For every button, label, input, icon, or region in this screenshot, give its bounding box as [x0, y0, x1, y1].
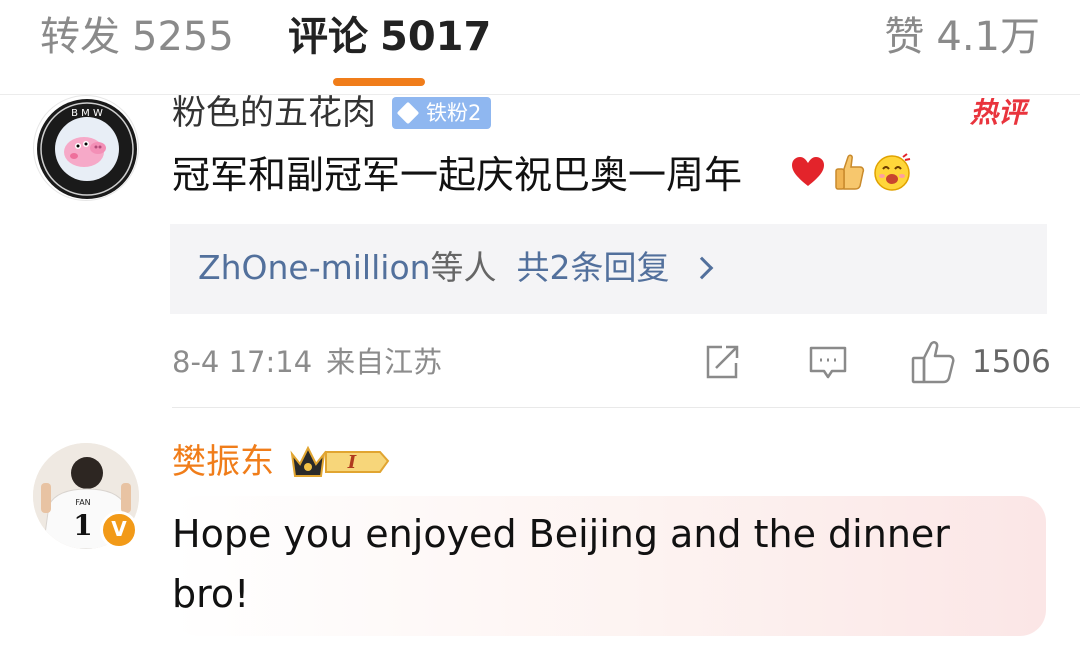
replies-etc-text: 等人 [430, 248, 497, 287]
smile-emoji-icon [874, 153, 911, 191]
comment-tabs-bar: 转发 5255 评论 5017 赞 4.1万 [0, 0, 1080, 95]
comment-location: 来自江苏 [326, 345, 443, 379]
tab-repost-label: 转发 [40, 14, 120, 60]
comment-date: 8-4 17:14 [172, 345, 313, 379]
heart-emoji-icon [792, 157, 824, 186]
chevron-right-icon [690, 256, 714, 280]
share-icon [706, 345, 739, 379]
crown-level-text: I [347, 452, 357, 473]
tab-comment-label: 评论 [288, 14, 368, 60]
tab-like-count: 4.1万 [936, 14, 1040, 60]
like-button[interactable]: 1506 [910, 340, 1051, 384]
diamond-icon [396, 101, 420, 125]
replies-preview[interactable]: ZhOne-million等人 共2条回复 [170, 224, 1047, 314]
tab-like[interactable]: 赞 4.1万 [884, 12, 1040, 62]
reply-button[interactable] [808, 340, 848, 384]
verified-badge: V [100, 511, 138, 549]
avatar[interactable]: B M W [33, 95, 139, 201]
comment-text: 冠军和副冠军一起庆祝巴奥一周年 [172, 153, 743, 197]
replies-user-name[interactable]: ZhOne-million [198, 248, 431, 287]
comment-username[interactable]: 粉色的五花肉 [172, 93, 376, 133]
tab-comment[interactable]: 评论 5017 [288, 12, 491, 62]
share-button[interactable] [702, 340, 742, 384]
active-tab-indicator [333, 78, 425, 86]
replies-count-link[interactable]: 共2条回复 [517, 248, 670, 287]
comment-icon [809, 346, 847, 379]
fan-badge-label: 铁粉2 [426, 101, 482, 125]
tab-like-label: 赞 [884, 14, 925, 60]
replies-summary: ZhOne-million等人 共2条回复 [198, 247, 670, 289]
comment-text: Hope you enjoyed Beijing and the dinner … [172, 512, 950, 616]
thumbs-up-emoji-icon [835, 154, 865, 190]
like-count: 1506 [972, 344, 1051, 380]
tab-repost[interactable]: 转发 5255 [40, 12, 234, 62]
jersey-name-text: FAN [75, 498, 90, 507]
avatar-logo-text: B M W [71, 108, 103, 119]
fan-level-badge: 铁粉2 [392, 97, 492, 129]
comment-meta: 8-4 17:14 来自江苏 [172, 342, 442, 382]
comment-emoji-row [790, 152, 912, 192]
jersey-number-text: 1 [73, 509, 92, 542]
comment-divider [172, 407, 1080, 408]
tab-repost-count: 5255 [132, 14, 234, 60]
tab-comment-count: 5017 [380, 14, 492, 60]
thumbs-up-icon [911, 341, 955, 384]
crown-level-badge-icon: I [290, 445, 390, 477]
comment-username[interactable]: 樊振东 [172, 442, 274, 482]
bmw-peppa-avatar-icon: B M W [37, 99, 137, 199]
hot-comment-tag: 热评 [970, 96, 1027, 129]
